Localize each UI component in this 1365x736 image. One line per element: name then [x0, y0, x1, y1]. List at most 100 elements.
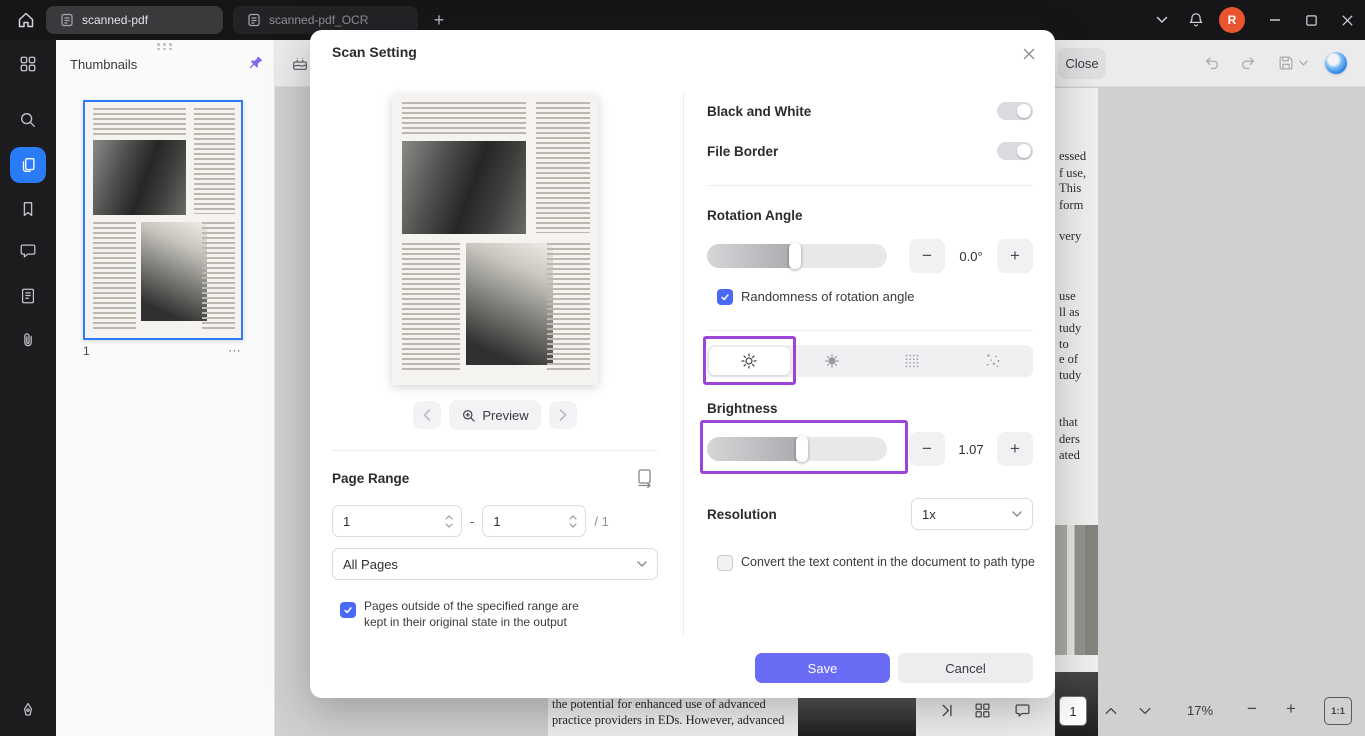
panel-drag-handle-icon[interactable]	[157, 43, 173, 50]
noise-option[interactable]	[953, 345, 1034, 377]
scatter-dots-icon	[986, 354, 1000, 368]
page-thumbnails-icon[interactable]	[974, 702, 991, 719]
brightness-plus-button[interactable]: +	[997, 432, 1033, 466]
dialog-close-icon[interactable]	[1015, 40, 1043, 68]
document-text-fragment: ated	[1059, 448, 1080, 462]
window-close-button[interactable]	[1329, 0, 1365, 40]
page-thumbnail-image	[85, 102, 241, 338]
range-from-field[interactable]	[332, 505, 462, 537]
page-number-input[interactable]: 1	[1059, 696, 1087, 726]
tab-scanned-pdf[interactable]: scanned-pdf	[46, 6, 223, 34]
document-text-fragment: ll as	[1059, 305, 1080, 319]
document-text-fragment: f use,	[1059, 166, 1087, 180]
range-from-input[interactable]	[343, 513, 445, 529]
chevron-down-icon	[1012, 511, 1022, 517]
pin-icon[interactable]	[246, 55, 264, 73]
previous-page-button[interactable]	[413, 401, 442, 429]
page-scope-dropdown[interactable]: All Pages	[332, 548, 658, 580]
apps-grid-icon[interactable]	[8, 44, 48, 84]
resolution-value: 1x	[922, 506, 936, 522]
page-number-label: 1	[83, 344, 90, 358]
bell-icon[interactable]	[1179, 0, 1213, 40]
fit-ratio-button[interactable]: 1:1	[1324, 697, 1352, 725]
thumbnails-panel: Thumbnails 1 ⋯	[56, 40, 275, 736]
range-dash: -	[470, 513, 475, 529]
status-bar: 1 17% − + 1:1	[275, 696, 1365, 726]
document-text-fragment: to	[1059, 337, 1069, 351]
maximize-button[interactable]	[1293, 0, 1329, 40]
notes-icon[interactable]	[8, 276, 48, 316]
keep-original-checkbox[interactable]	[340, 602, 356, 618]
page-range-label: Page Range	[332, 471, 410, 486]
redo-icon[interactable]	[1239, 54, 1257, 72]
black-white-toggle[interactable]	[997, 102, 1033, 120]
brightness-value: 1.07	[958, 441, 984, 457]
undo-icon[interactable]	[1203, 54, 1221, 72]
save-icon[interactable]	[1277, 54, 1295, 72]
rotation-minus-button[interactable]: −	[909, 239, 945, 273]
signature-icon[interactable]	[8, 690, 48, 730]
left-toolbar	[0, 40, 56, 736]
rotation-value: 0.0°	[959, 248, 983, 264]
dither-option[interactable]	[872, 345, 953, 377]
comment-bubble-icon[interactable]	[1014, 702, 1031, 719]
document-text-fragment: very	[1059, 229, 1082, 243]
page-down-icon[interactable]	[1137, 703, 1153, 719]
brightness-slider[interactable]	[707, 436, 887, 462]
zoom-out-button[interactable]: −	[1247, 700, 1257, 718]
avatar[interactable]: R	[1219, 7, 1245, 33]
save-dropdown-chevron-icon[interactable]	[1299, 60, 1308, 66]
brightness-minus-button[interactable]: −	[909, 432, 945, 466]
thumbnails-panel-icon[interactable]	[10, 147, 46, 183]
document-photo-fragment	[1055, 525, 1098, 655]
brightness-label: Brightness	[707, 401, 778, 416]
zoom-in-button[interactable]: +	[1286, 700, 1296, 718]
page-thumbnail[interactable]	[83, 100, 243, 340]
ai-assistant-icon[interactable]	[1325, 52, 1347, 74]
document-text-fragment: tudy	[1059, 321, 1082, 335]
contrast-sun-icon	[825, 354, 839, 368]
expand-panel-icon[interactable]	[939, 702, 956, 719]
keep-original-label: Pages outside of the specified range are…	[364, 599, 579, 629]
thumbnails-panel-title: Thumbnails	[70, 56, 138, 72]
file-border-label: File Border	[707, 143, 779, 159]
magnifier-plus-icon	[461, 408, 476, 423]
spinner-icon[interactable]	[445, 514, 453, 528]
rotation-plus-button[interactable]: +	[997, 239, 1033, 273]
page-up-icon[interactable]	[1103, 703, 1119, 719]
convert-to-path-checkbox[interactable]	[717, 554, 733, 571]
document-text-fragment: form	[1059, 198, 1084, 212]
resolution-dropdown[interactable]: 1x	[911, 498, 1033, 530]
document-text-fragment: ders	[1059, 432, 1080, 446]
next-page-button[interactable]	[548, 401, 577, 429]
replace-page-icon[interactable]	[635, 468, 655, 488]
range-to-field[interactable]	[482, 505, 587, 537]
zoom-level[interactable]: 17%	[1187, 703, 1213, 718]
tab-list-chevron-icon[interactable]	[1145, 0, 1179, 40]
search-icon[interactable]	[8, 100, 48, 140]
preview-button[interactable]: Preview	[449, 400, 541, 430]
randomness-checkbox[interactable]	[717, 288, 733, 305]
contrast-option[interactable]	[792, 345, 873, 377]
document-page-right-edge: essed f use, This form very use ll as tu…	[1055, 88, 1098, 736]
scan-preview-image	[392, 95, 598, 385]
spinner-icon[interactable]	[569, 514, 577, 528]
page-more-button[interactable]: ⋯	[228, 343, 242, 359]
preview-button-label: Preview	[482, 407, 529, 423]
rotation-slider[interactable]	[707, 243, 887, 269]
brightness-option[interactable]	[709, 347, 790, 375]
celebration-tool-icon[interactable]	[291, 54, 309, 72]
save-button[interactable]: Save	[755, 653, 890, 683]
minimize-button[interactable]	[1257, 0, 1293, 40]
home-icon[interactable]	[6, 0, 46, 40]
file-border-toggle[interactable]	[997, 142, 1033, 160]
document-text-fragment: that	[1059, 415, 1078, 429]
attachment-icon[interactable]	[8, 320, 48, 360]
comment-icon[interactable]	[8, 231, 48, 271]
range-to-input[interactable]	[493, 513, 570, 529]
bookmark-icon[interactable]	[8, 189, 48, 229]
cancel-button[interactable]: Cancel	[898, 653, 1033, 683]
close-scan-mode-button[interactable]: Close	[1058, 48, 1106, 79]
randomness-label: Randomness of rotation angle	[741, 289, 915, 304]
scan-setting-dialog: Scan Setting Preview Page Range -	[310, 30, 1055, 698]
